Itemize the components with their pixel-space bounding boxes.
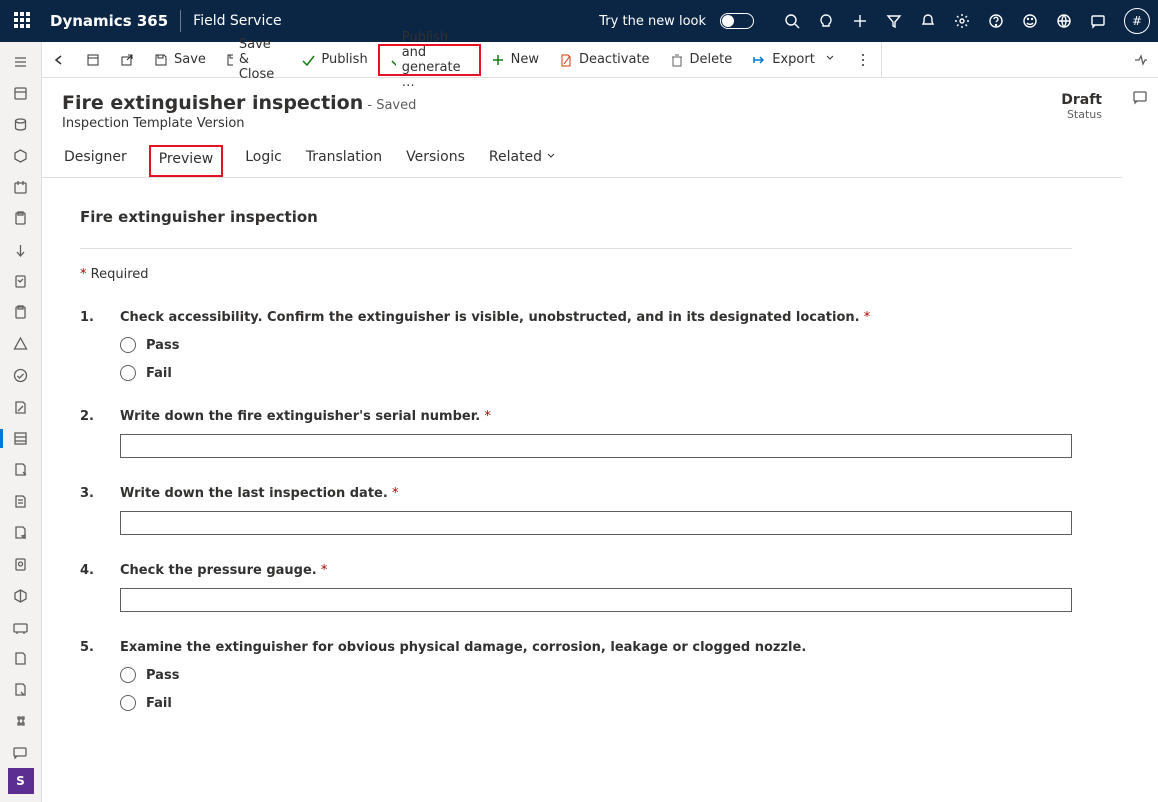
brand[interactable]: Dynamics 365	[50, 12, 168, 30]
teams-chat-icon[interactable]	[1132, 89, 1149, 106]
copilot-icon[interactable]	[1132, 52, 1149, 69]
required-note: * Required	[80, 267, 1072, 282]
open-new-window[interactable]	[110, 42, 144, 77]
form-selector[interactable]	[76, 42, 110, 77]
question-number: 3.	[80, 486, 98, 535]
rail-app-switch[interactable]: S	[8, 768, 34, 794]
search-icon[interactable]	[784, 13, 800, 29]
rail-item[interactable]	[0, 234, 42, 265]
rail-hamburger[interactable]	[0, 46, 42, 77]
tab-logic[interactable]: Logic	[243, 145, 284, 177]
entity-name: Inspection Template Version	[62, 116, 416, 131]
rail-item[interactable]	[0, 674, 42, 705]
saved-indicator: - Saved	[367, 98, 416, 113]
question-text: Check the pressure gauge.	[120, 563, 317, 578]
back-button[interactable]	[42, 42, 76, 77]
rail-item[interactable]	[0, 266, 42, 297]
rail-item[interactable]	[0, 454, 42, 485]
serial-number-input[interactable]	[120, 434, 1072, 458]
deactivate-button[interactable]: Deactivate	[549, 42, 660, 77]
save-button[interactable]: Save	[144, 42, 216, 77]
rail-item[interactable]	[0, 517, 42, 548]
export-button[interactable]: Export	[742, 42, 845, 77]
question-text: Examine the extinguisher for obvious phy…	[120, 640, 806, 655]
rail-item[interactable]	[0, 580, 42, 611]
question-number: 5.	[80, 640, 98, 711]
try-new-look-label: Try the new look	[599, 14, 706, 29]
more-commands[interactable]	[845, 42, 881, 77]
question-number: 4.	[80, 563, 98, 612]
radio-icon	[120, 337, 136, 353]
question-number: 1.	[80, 310, 98, 381]
radio-option-fail[interactable]: Fail	[120, 365, 1072, 381]
delete-button[interactable]: Delete	[660, 42, 743, 77]
publish-button[interactable]: Publish	[291, 42, 377, 77]
tab-designer[interactable]: Designer	[62, 145, 129, 177]
new-button[interactable]: New	[481, 42, 549, 77]
radio-option-pass[interactable]: Pass	[120, 337, 1072, 353]
status-label: Status	[1061, 108, 1102, 121]
left-nav-rail: S	[0, 42, 42, 802]
form-title: Fire extinguisher inspection	[80, 208, 1072, 226]
save-close-button[interactable]: Save & Close	[216, 42, 291, 77]
rail-item[interactable]	[0, 611, 42, 642]
page-title: Fire extinguisher inspection	[62, 92, 363, 114]
rail-item[interactable]	[0, 549, 42, 580]
pressure-gauge-input[interactable]	[120, 588, 1072, 612]
radio-icon	[120, 667, 136, 683]
rail-item[interactable]	[0, 203, 42, 234]
rail-item[interactable]	[0, 486, 42, 517]
try-new-look-toggle[interactable]	[720, 13, 754, 29]
tab-related[interactable]: Related	[487, 145, 558, 177]
question-text: Write down the last inspection date.	[120, 486, 388, 501]
tab-versions[interactable]: Versions	[404, 145, 467, 177]
divider	[80, 248, 1072, 249]
radio-icon	[120, 695, 136, 711]
question-number: 2.	[80, 409, 98, 458]
rail-item[interactable]	[0, 109, 42, 140]
rail-item[interactable]	[0, 643, 42, 674]
tab-preview[interactable]: Preview	[149, 145, 224, 177]
rail-item[interactable]	[0, 140, 42, 171]
lightbulb-icon[interactable]	[818, 13, 834, 29]
rail-item-active[interactable]	[0, 423, 42, 454]
plus-icon[interactable]	[852, 13, 868, 29]
rail-item[interactable]	[0, 737, 42, 768]
rail-item[interactable]	[0, 77, 42, 108]
rail-item[interactable]	[0, 706, 42, 737]
tab-translation[interactable]: Translation	[304, 145, 384, 177]
rail-item[interactable]	[0, 360, 42, 391]
status-value: Draft	[1061, 92, 1102, 108]
inspection-date-input[interactable]	[120, 511, 1072, 535]
app-launcher-icon[interactable]	[14, 12, 32, 30]
rail-item[interactable]	[0, 329, 42, 360]
rail-item[interactable]	[0, 172, 42, 203]
share-button[interactable]: Share	[881, 42, 1158, 77]
rail-item[interactable]	[0, 391, 42, 422]
radio-option-fail[interactable]: Fail	[120, 695, 1072, 711]
divider	[180, 10, 181, 32]
question-text: Check accessibility. Confirm the extingu…	[120, 310, 860, 325]
publish-generate-highlight: Publish and generate …	[378, 44, 481, 76]
rail-item[interactable]	[0, 297, 42, 328]
module-name[interactable]: Field Service	[193, 13, 282, 29]
question-text: Write down the fire extinguisher's seria…	[120, 409, 480, 424]
publish-generate-button[interactable]: Publish and generate …	[380, 46, 479, 74]
right-rail	[1122, 42, 1158, 106]
radio-icon	[120, 365, 136, 381]
radio-option-pass[interactable]: Pass	[120, 667, 1072, 683]
